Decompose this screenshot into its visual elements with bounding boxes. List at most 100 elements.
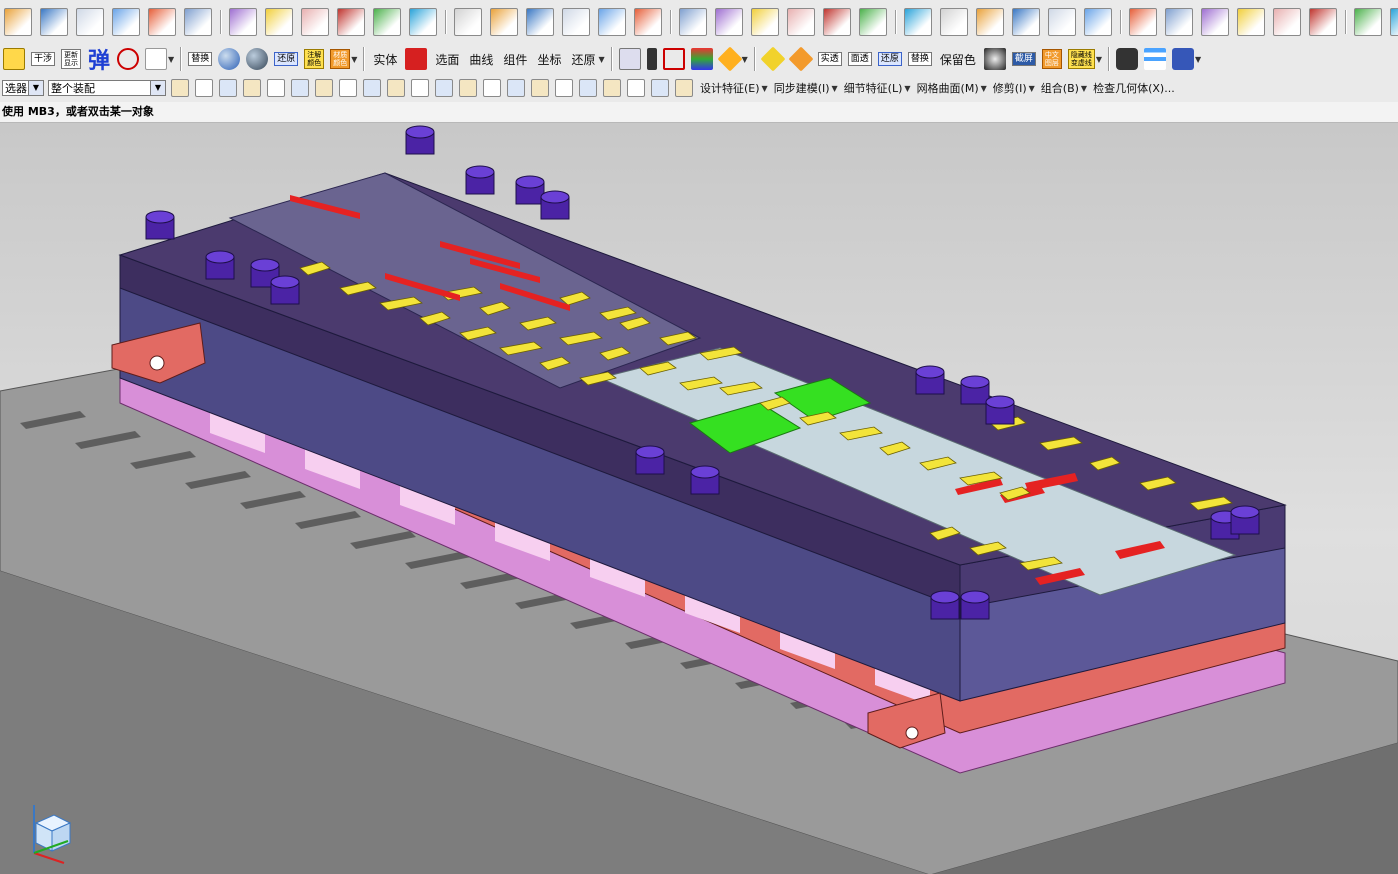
color-cube-icon[interactable] (148, 8, 176, 36)
funnel-icon[interactable] (195, 79, 213, 97)
datum-icon[interactable] (40, 8, 68, 36)
point-icon[interactable] (339, 79, 357, 97)
corner-icon[interactable] (1237, 8, 1265, 36)
menu-mesh-surface[interactable]: 网格曲面(M) (917, 80, 979, 96)
dropdown-arrow-icon[interactable]: ▼ (598, 55, 604, 64)
cube-solid-icon[interactable] (675, 79, 693, 97)
cross-icon[interactable] (459, 79, 477, 97)
undo-icon[interactable] (219, 79, 237, 97)
dry-check-button[interactable]: 干涉 (31, 52, 56, 66)
chevron-down-icon[interactable]: ▼ (28, 81, 43, 95)
filter-icon[interactable] (171, 79, 189, 97)
graphics-viewport[interactable] (0, 123, 1398, 874)
cube-cut-icon[interactable] (337, 8, 365, 36)
hand-icon[interactable] (531, 79, 549, 97)
pattern-icon[interactable] (634, 8, 662, 36)
menu-detail-feature[interactable]: 细节特征(L) (844, 80, 903, 96)
dropdown-arrow-icon[interactable]: ▼ (1081, 84, 1087, 93)
copy-icon[interactable] (579, 79, 597, 97)
measure-icon[interactable] (603, 79, 621, 97)
pencil-icon[interactable] (679, 8, 707, 36)
dropdown-arrow-icon[interactable]: ▼ (351, 55, 357, 64)
curve3-icon[interactable] (904, 8, 932, 36)
box-icon[interactable] (76, 8, 104, 36)
refresh-display-button[interactable]: 更新 显示 (61, 49, 82, 69)
sphere-dark-icon[interactable] (246, 48, 269, 70)
chinese-layer-button[interactable]: 中文 图层 (1041, 49, 1062, 69)
menu-trim[interactable]: 修剪(I) (993, 80, 1027, 96)
trim-icon[interactable] (1165, 8, 1193, 36)
curve-button[interactable]: 曲线 (469, 51, 493, 68)
book-icon[interactable] (1172, 48, 1195, 70)
cube-paint-icon[interactable] (373, 8, 401, 36)
material-color-button[interactable]: 材质 颜色 (330, 49, 351, 69)
bar-icon[interactable] (1309, 8, 1337, 36)
menu-design-feature[interactable]: 设计特征(E) (700, 80, 760, 96)
circle-icon[interactable] (435, 79, 453, 97)
chain-icon[interactable] (1354, 8, 1382, 36)
sketch-icon[interactable] (4, 8, 32, 36)
brush-icon[interactable] (1390, 8, 1398, 36)
arc-icon[interactable] (411, 79, 429, 97)
curve-y-icon[interactable] (1129, 8, 1157, 36)
heart-icon[interactable] (751, 8, 779, 36)
redo-icon[interactable] (243, 79, 261, 97)
restore-button[interactable]: 还原 (274, 52, 299, 66)
restore-view-button[interactable]: 还原 (877, 52, 902, 66)
angle-icon[interactable] (507, 79, 525, 97)
real-transparent-button[interactable]: 实透 (817, 52, 842, 66)
dropdown-arrow-icon[interactable]: ▼ (762, 84, 768, 93)
spring-button[interactable]: 弹 (88, 44, 110, 74)
cube-view-icon[interactable] (618, 48, 641, 70)
cube-view-icon[interactable] (409, 8, 437, 36)
diamond-orange-icon[interactable] (717, 46, 743, 72)
component-button[interactable]: 组件 (503, 51, 527, 68)
plate-icon[interactable] (112, 8, 140, 36)
line-snap-icon[interactable] (363, 79, 381, 97)
dropdown-arrow-icon[interactable]: ▼ (904, 84, 910, 93)
csys-icon[interactable] (145, 48, 168, 70)
curve-snap-icon[interactable] (387, 79, 405, 97)
slash-icon[interactable] (483, 79, 501, 97)
cube-icon[interactable] (265, 8, 293, 36)
filter-select[interactable]: 选器 ▼ (2, 80, 44, 96)
key-icon[interactable] (1048, 8, 1076, 36)
dropdown-arrow-icon[interactable]: ▼ (742, 55, 748, 64)
target-icon[interactable] (662, 48, 685, 70)
screenshot-button[interactable]: 截屏 (1011, 52, 1036, 66)
photo-icon[interactable] (983, 48, 1006, 70)
branch-icon[interactable] (1084, 8, 1112, 36)
replace-view-button[interactable]: 替换 (907, 52, 932, 66)
dropdown-arrow-icon[interactable]: ▼ (1096, 55, 1102, 64)
dropdown-arrow-icon[interactable]: ▼ (1195, 55, 1201, 64)
keep-color-button[interactable]: 保留色 (940, 51, 976, 68)
solid-button[interactable]: 实体 (373, 51, 397, 68)
plane-icon[interactable] (490, 8, 518, 36)
fillet-icon[interactable] (1201, 8, 1229, 36)
curve-icon[interactable] (823, 8, 851, 36)
offset-icon[interactable] (976, 8, 1004, 36)
diamond-icon[interactable] (598, 8, 626, 36)
fit-icon[interactable] (267, 79, 285, 97)
select-face-button[interactable]: 选面 (435, 51, 459, 68)
hidden-line-button[interactable]: 隐藏线 变虚线 (1067, 49, 1095, 69)
chevron-down-icon[interactable]: ▼ (150, 81, 165, 95)
diamond-yellow-icon[interactable] (760, 46, 786, 72)
curve2-icon[interactable] (859, 8, 887, 36)
dropdown-arrow-icon[interactable]: ▼ (168, 55, 174, 64)
menu-combine[interactable]: 组合(B) (1041, 80, 1079, 96)
person-icon[interactable] (454, 8, 482, 36)
shape-icon[interactable] (651, 79, 669, 97)
red-grid-icon[interactable] (405, 48, 428, 70)
arrow-icon[interactable] (1012, 8, 1040, 36)
menu-check-geometry[interactable]: 检查几何体(X)... (1093, 80, 1175, 96)
dropdown-arrow-icon[interactable]: ▼ (832, 84, 838, 93)
rotate-icon[interactable] (940, 8, 968, 36)
grid-icon[interactable] (526, 8, 554, 36)
view-icon[interactable] (562, 8, 590, 36)
diamond-orange2-icon[interactable] (788, 46, 814, 72)
cube-edit-icon[interactable] (301, 8, 329, 36)
dropdown-arrow-icon[interactable]: ▼ (1029, 84, 1035, 93)
move-icon[interactable] (555, 79, 573, 97)
dropdown-arrow-icon[interactable]: ▼ (981, 84, 987, 93)
